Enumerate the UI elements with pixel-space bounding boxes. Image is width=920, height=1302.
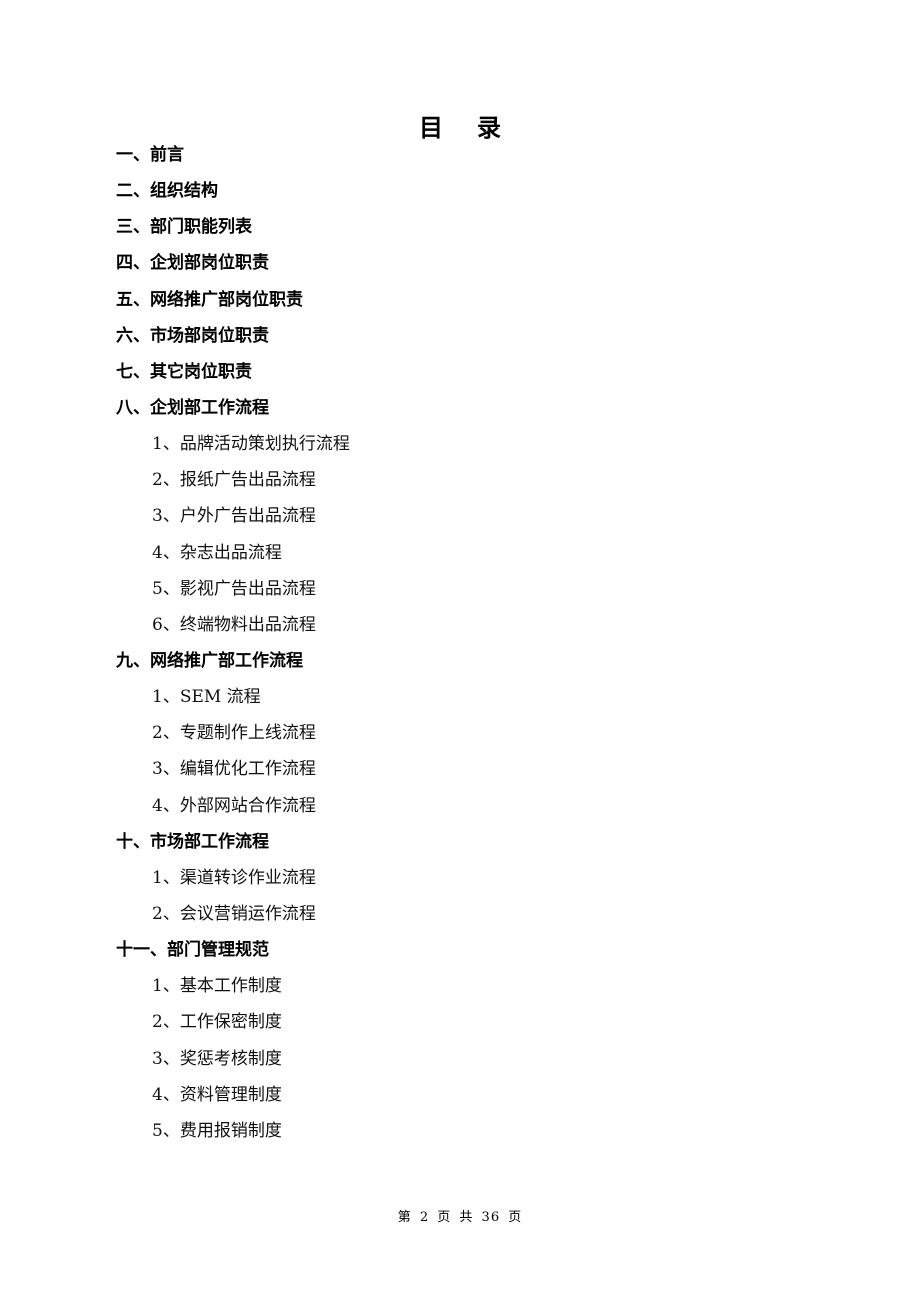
toc-subsection-item[interactable]: 1、基本工作制度 <box>116 970 350 1006</box>
toc-section-heading[interactable]: 七、其它岗位职责 <box>116 356 350 392</box>
toc-subsection-item[interactable]: 1、品牌活动策划执行流程 <box>116 428 350 464</box>
toc-section-heading[interactable]: 三、部门职能列表 <box>116 211 350 247</box>
toc-subsection-item[interactable]: 2、专题制作上线流程 <box>116 717 350 753</box>
toc-section-heading[interactable]: 十、市场部工作流程 <box>116 826 350 862</box>
toc-subsection-item[interactable]: 6、终端物料出品流程 <box>116 609 350 645</box>
toc-section-heading[interactable]: 九、网络推广部工作流程 <box>116 645 350 681</box>
toc-subsection-item[interactable]: 3、编辑优化工作流程 <box>116 753 350 789</box>
toc-subsection-item[interactable]: 2、会议营销运作流程 <box>116 898 350 934</box>
toc-section-heading[interactable]: 五、网络推广部岗位职责 <box>116 284 350 320</box>
toc-subsection-item[interactable]: 4、外部网站合作流程 <box>116 790 350 826</box>
toc-subsection-item[interactable]: 1、渠道转诊作业流程 <box>116 862 350 898</box>
toc-section-heading[interactable]: 八、企划部工作流程 <box>116 392 350 428</box>
toc-subsection-item[interactable]: 4、资料管理制度 <box>116 1079 350 1115</box>
toc-subsection-item[interactable]: 5、费用报销制度 <box>116 1115 350 1151</box>
toc-section-heading[interactable]: 一、前言 <box>116 139 350 175</box>
toc-subsection-item[interactable]: 3、奖惩考核制度 <box>116 1043 350 1079</box>
toc-subsection-item[interactable]: 1、SEM 流程 <box>116 681 350 717</box>
toc-section-heading[interactable]: 四、企划部岗位职责 <box>116 247 350 283</box>
toc-subsection-item[interactable]: 4、杂志出品流程 <box>116 537 350 573</box>
page-number-footer: 第 2 页 共 36 页 <box>397 1210 523 1225</box>
table-of-contents: 一、前言 二、组织结构 三、部门职能列表 四、企划部岗位职责 五、网络推广部岗位职责 六、… <box>116 139 350 1151</box>
toc-subsection-item[interactable]: 3、户外广告出品流程 <box>116 500 350 536</box>
toc-subsection-item[interactable]: 2、报纸广告出品流程 <box>116 464 350 500</box>
toc-section-heading[interactable]: 十一、部门管理规范 <box>116 934 350 970</box>
toc-section-heading[interactable]: 二、组织结构 <box>116 175 350 211</box>
toc-subsection-item[interactable]: 5、影视广告出品流程 <box>116 573 350 609</box>
toc-section-heading[interactable]: 六、市场部岗位职责 <box>116 320 350 356</box>
toc-subsection-item[interactable]: 2、工作保密制度 <box>116 1006 350 1042</box>
